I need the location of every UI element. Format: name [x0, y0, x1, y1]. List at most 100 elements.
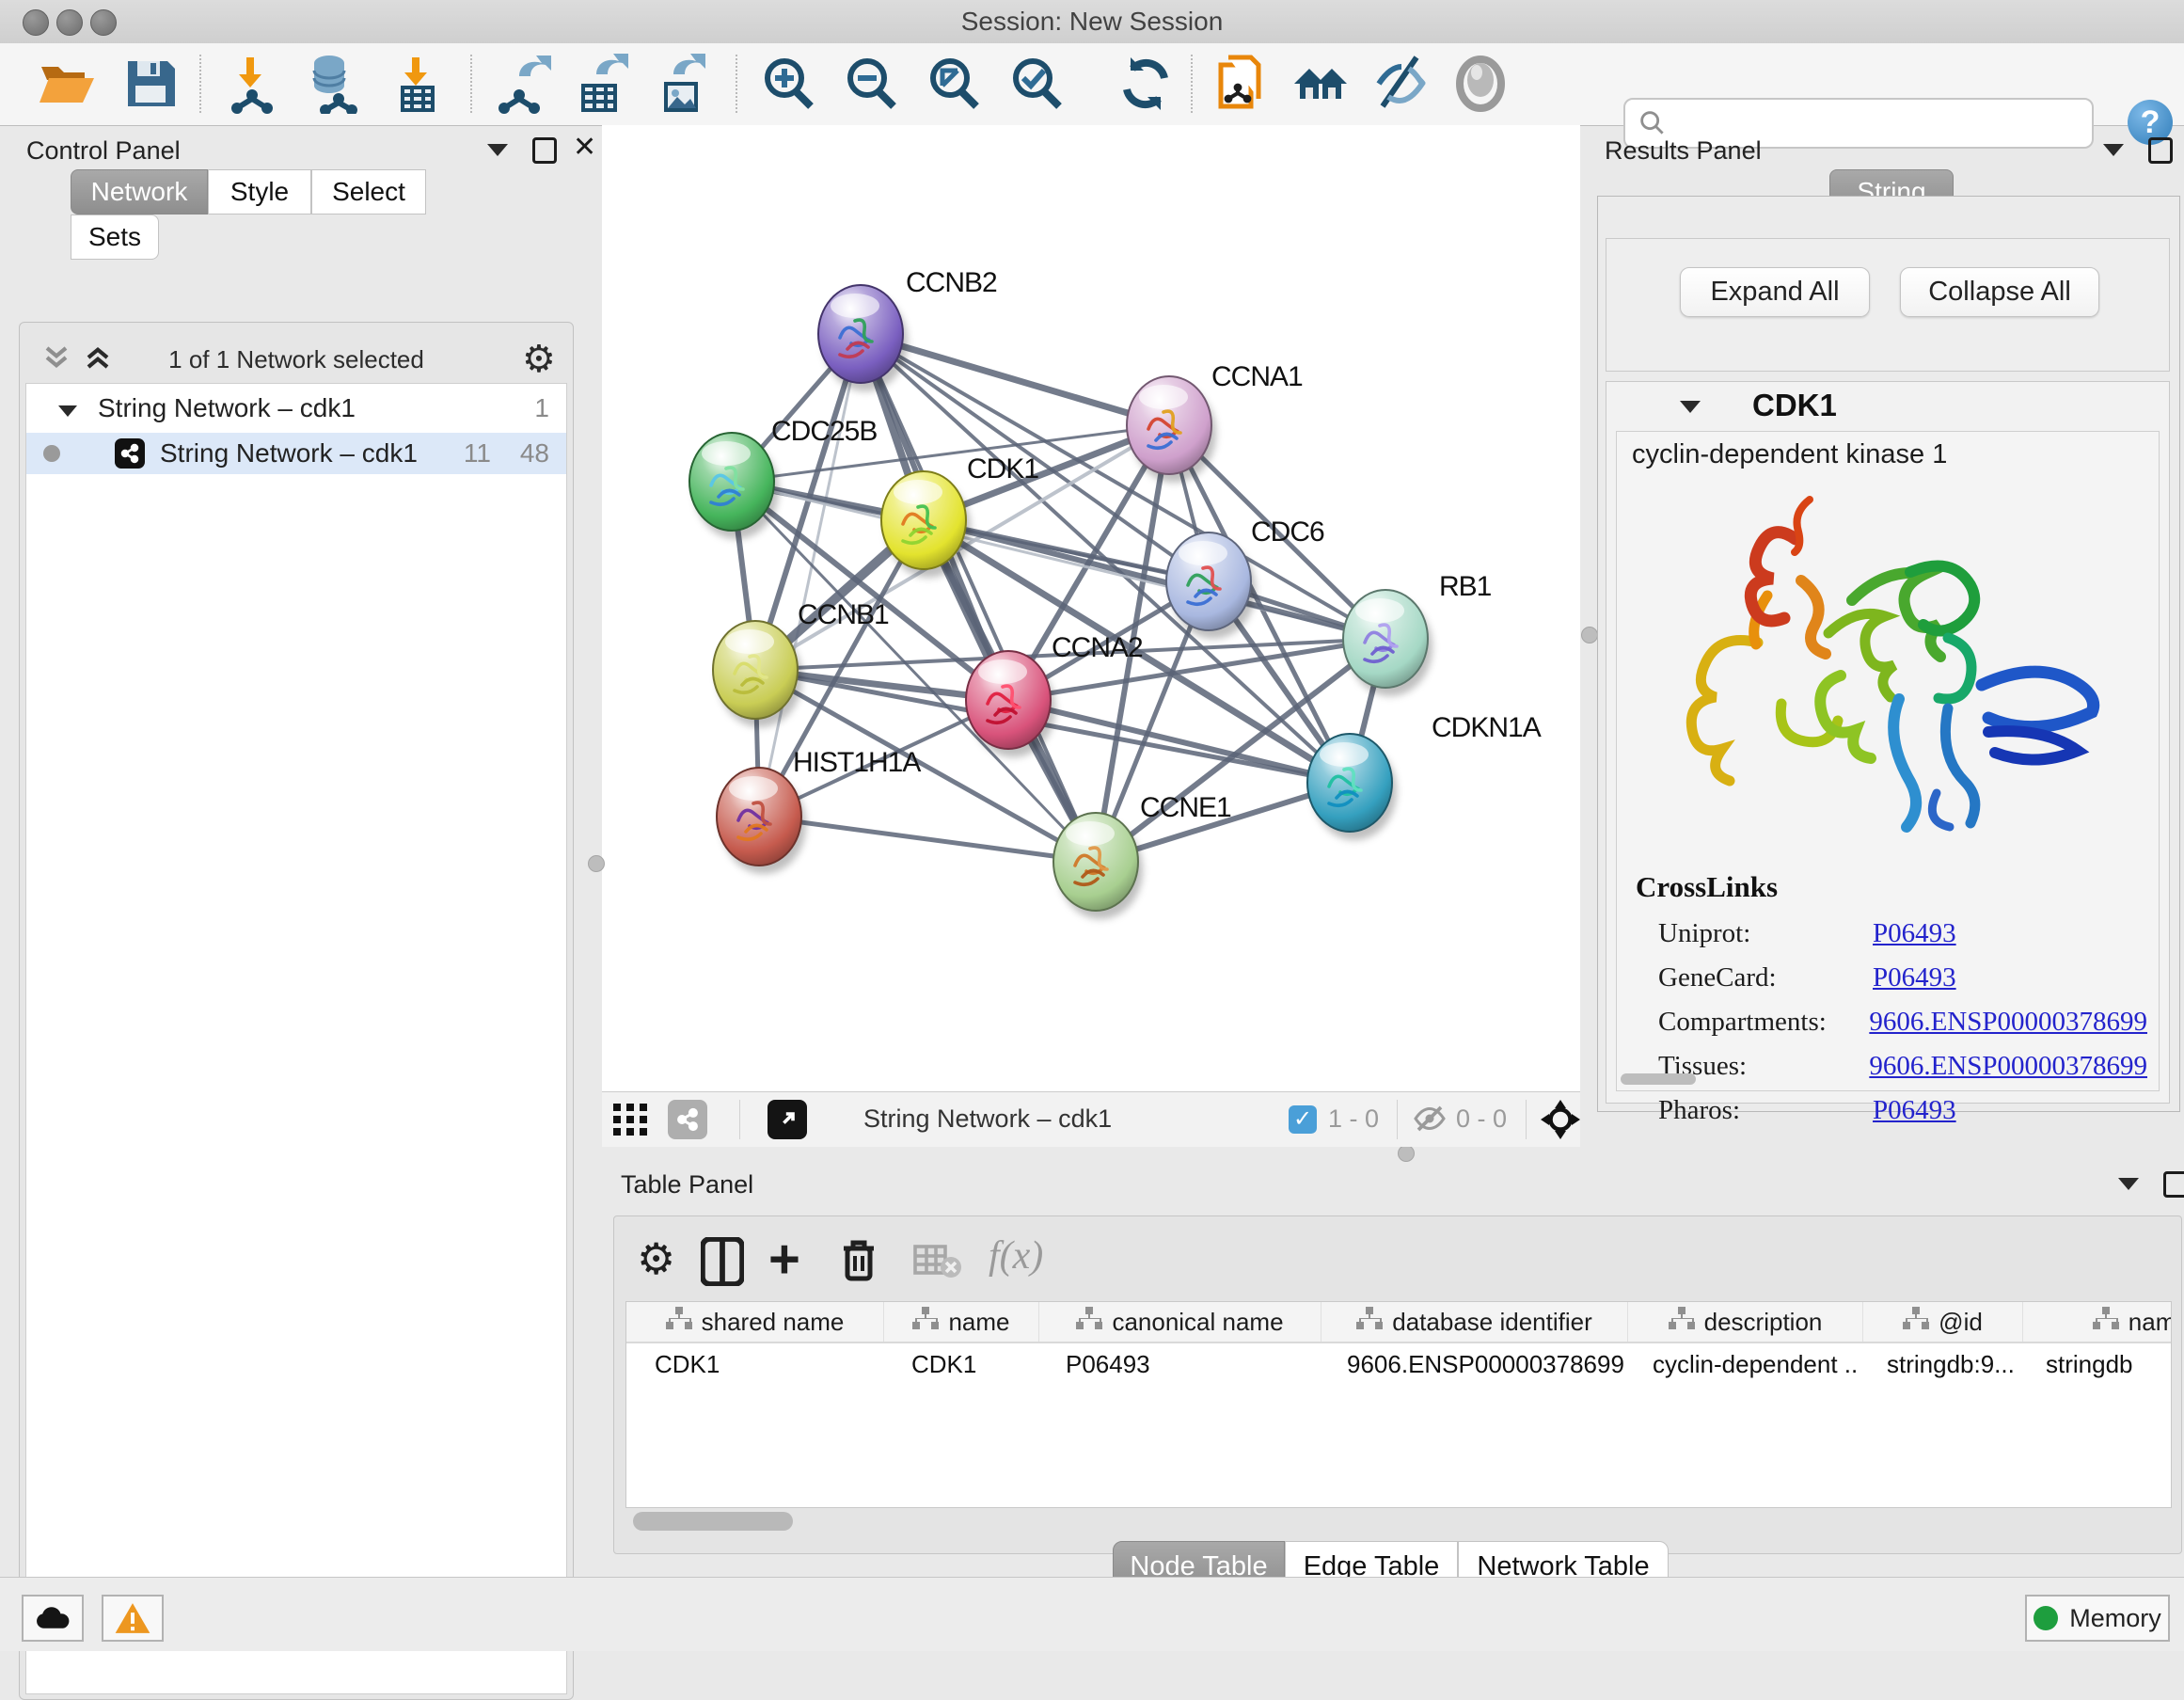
gene-section: CDK1 cyclin-dependent kinase 1 — [1606, 381, 2170, 1104]
crosslink-row: Compartments:9606.ENSP00000378699 — [1658, 1000, 2147, 1044]
memory-button[interactable]: Memory — [2025, 1595, 2170, 1642]
network-selection-status: 1 of 1 Network selected — [20, 345, 573, 374]
selected-checkbox-icon[interactable]: ✓ — [1289, 1105, 1317, 1134]
warning-button[interactable] — [102, 1595, 164, 1642]
node-label-CDC25B: CDC25B — [771, 416, 877, 447]
export-network-icon[interactable] — [493, 54, 553, 114]
network-collection-row[interactable]: String Network – cdk1 1 — [26, 388, 566, 429]
column-header-description[interactable]: description — [1628, 1302, 1863, 1342]
zoom-in-icon[interactable] — [758, 54, 818, 114]
node-CCNB2[interactable]: CCNB2 — [818, 267, 997, 391]
zoom-fit-icon[interactable] — [924, 54, 984, 114]
zoom-out-icon[interactable] — [841, 54, 901, 114]
import-network-database-icon[interactable] — [303, 54, 363, 114]
memory-label: Memory — [2069, 1604, 2161, 1633]
edge-CCNB2-CCNE1[interactable] — [861, 334, 1096, 862]
string-import-icon[interactable] — [1213, 54, 1274, 114]
export-table-icon[interactable] — [570, 54, 630, 114]
cloud-button[interactable] — [22, 1595, 84, 1642]
open-in-browser-icon[interactable] — [768, 1100, 807, 1139]
network-row[interactable]: String Network – cdk1 11 48 — [26, 433, 566, 474]
tab-style[interactable]: Style — [208, 169, 311, 214]
window-title: Session: New Session — [0, 7, 2184, 37]
footer-separator — [1397, 1100, 1398, 1139]
delete-column-trash-icon[interactable] — [838, 1235, 879, 1289]
network-edges — [732, 334, 1385, 862]
crosslink-value-link[interactable]: 9606.ENSP00000378699 — [1869, 1007, 2147, 1038]
crosslink-value-link[interactable]: P06493 — [1873, 918, 1956, 949]
edge-HIST1H1A-CCNE1[interactable] — [759, 817, 1096, 862]
open-session-icon[interactable] — [36, 54, 96, 114]
function-builder-icon: f(x) — [989, 1233, 1043, 1279]
control-panel-float-icon[interactable] — [487, 144, 508, 161]
save-session-icon[interactable] — [120, 54, 181, 114]
birds-eye-view-icon[interactable] — [1541, 1100, 1580, 1144]
crosslink-row: Pharos:P06493 — [1658, 1088, 2147, 1133]
node-table[interactable]: shared namenamecanonical namedatabase id… — [625, 1301, 2172, 1508]
node-label-CCNA2: CCNA2 — [1052, 632, 1143, 663]
table-row[interactable]: CDK1CDK1P064939606.ENSP00000378699cyclin… — [626, 1343, 2171, 1385]
control-panel-maximize-icon[interactable] — [532, 137, 557, 168]
node-CDKN1A[interactable]: CDKN1A — [1307, 712, 1542, 840]
home-icon[interactable] — [1290, 54, 1351, 114]
show-hide-graphics-icon[interactable] — [1371, 54, 1432, 114]
node-CCNA1[interactable]: CCNA1 — [1127, 361, 1303, 483]
crosslink-row: Uniprot:P06493 — [1658, 912, 2147, 956]
gene-name: CDK1 — [1752, 388, 1837, 423]
presentation-mode-icon[interactable] — [1450, 54, 1511, 114]
table-body: CDK1CDK1P064939606.ENSP00000378699cyclin… — [626, 1343, 2171, 1385]
create-column-plus-icon[interactable]: + — [768, 1228, 800, 1291]
node-HIST1H1A[interactable]: HIST1H1A — [717, 747, 921, 874]
grid-view-icon[interactable] — [613, 1104, 649, 1140]
network-view-icon[interactable] — [668, 1100, 707, 1139]
tab-sets[interactable]: Sets — [71, 214, 159, 260]
edge-CCNB2-HIST1H1A[interactable] — [759, 334, 861, 817]
column-header-canonical-name[interactable]: canonical name — [1039, 1302, 1321, 1342]
export-image-icon[interactable] — [651, 54, 711, 114]
gene-collapse-icon[interactable] — [1680, 401, 1701, 418]
collection-expand-icon[interactable] — [58, 393, 77, 423]
import-network-file-icon[interactable] — [222, 54, 282, 114]
network-options-gear-icon[interactable]: ⚙ — [522, 338, 556, 381]
results-panel-float-icon[interactable] — [2103, 144, 2124, 161]
crosslink-value-link[interactable]: 9606.ENSP00000378699 — [1869, 1051, 2147, 1082]
crosslink-label: Uniprot: — [1658, 918, 1873, 949]
table-panel-float-icon[interactable] — [2118, 1178, 2139, 1195]
selected-node-edge-counts: 1 - 0 — [1328, 1104, 1379, 1134]
import-table-file-icon[interactable] — [386, 54, 446, 114]
table-hscrollbar[interactable] — [633, 1512, 793, 1531]
crosslink-value-link[interactable]: P06493 — [1873, 1095, 1956, 1126]
network-node-count: 11 — [464, 438, 491, 469]
network-canvas[interactable]: CCNB2CCNA1CDC25BCDK1CDC6RB1CCNB1CCNA2CDK… — [602, 125, 1580, 1091]
results-hscrollbar[interactable] — [1621, 1073, 1696, 1085]
column-header-namespace[interactable]: namespace — [2023, 1302, 2172, 1342]
table-options-gear-icon[interactable]: ⚙ — [637, 1233, 675, 1284]
tab-network[interactable]: Network — [71, 169, 208, 214]
node-RB1[interactable]: RB1 — [1343, 571, 1492, 696]
tab-select[interactable]: Select — [311, 169, 426, 214]
column-header-name[interactable]: name — [884, 1302, 1039, 1342]
table-panel-maximize-icon[interactable] — [2163, 1171, 2184, 1202]
left-splitter-handle[interactable] — [588, 855, 605, 872]
results-panel-maximize-icon[interactable] — [2148, 137, 2173, 168]
collapse-all-button[interactable]: Collapse All — [1900, 267, 2099, 317]
node-CDC6[interactable]: CDC6 — [1166, 516, 1324, 639]
crosslink-value-link[interactable]: P06493 — [1873, 962, 1956, 993]
protein-structure-image[interactable] — [1617, 483, 2159, 859]
expand-all-button[interactable]: Expand All — [1680, 267, 1870, 317]
show-columns-icon[interactable] — [701, 1237, 744, 1291]
zoom-selected-icon[interactable] — [1006, 54, 1067, 114]
network-view-toolbar: String Network – cdk1 ✓ 1 - 0 0 - 0 — [602, 1091, 1580, 1147]
column-header-shared-name[interactable]: shared name — [626, 1302, 884, 1342]
current-network-name: String Network – cdk1 — [863, 1104, 1112, 1134]
column-header-label: namespace — [2129, 1308, 2172, 1337]
collection-count: 1 — [534, 393, 549, 423]
node-CCNE1[interactable]: CCNE1 — [1053, 792, 1231, 919]
control-panel-close-icon[interactable]: ✕ — [573, 137, 596, 161]
string-network-icon — [115, 438, 145, 469]
node-label-CDC6: CDC6 — [1251, 516, 1324, 548]
refresh-icon[interactable] — [1116, 54, 1176, 114]
column-header-@id[interactable]: @id — [1863, 1302, 2023, 1342]
right-splitter-handle[interactable] — [1581, 627, 1598, 643]
column-header-database-identifier[interactable]: database identifier — [1321, 1302, 1628, 1342]
